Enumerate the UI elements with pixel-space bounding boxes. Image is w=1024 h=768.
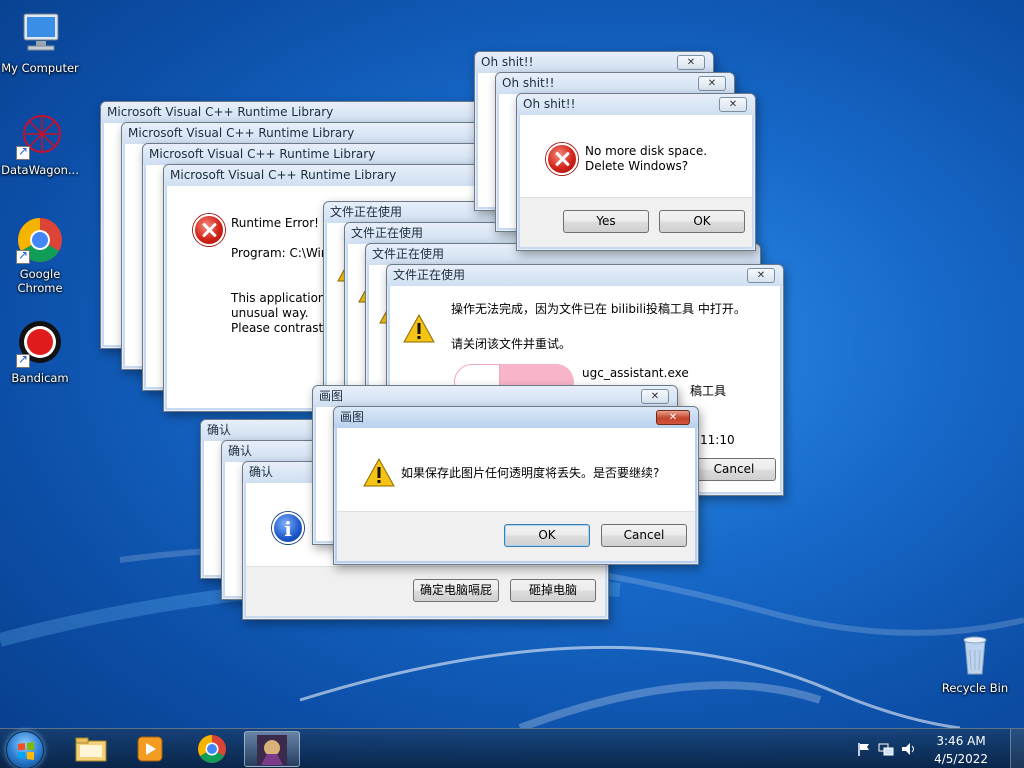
shortcut-arrow-icon [16, 352, 30, 368]
network-icon[interactable] [878, 741, 894, 757]
oh-shit-message-line: Delete Windows? [585, 159, 689, 173]
close-button[interactable]: ✕ [677, 55, 705, 70]
taskbar: 3:46 AM 4/5/2022 [0, 728, 1024, 768]
system-tray: 3:46 AM 4/5/2022 [854, 729, 1024, 768]
app-process-name: ugc_assistant.exe [582, 366, 689, 380]
window-title: 画图 [334, 407, 698, 428]
clock-time: 3:46 AM [936, 734, 986, 748]
close-button[interactable]: ✕ [698, 76, 726, 91]
start-button[interactable] [6, 731, 44, 768]
warning-icon [403, 314, 435, 343]
action-center-flag-icon[interactable] [856, 741, 872, 757]
shortcut-arrow-icon [16, 144, 30, 160]
cancel-button[interactable]: Cancel [692, 458, 776, 481]
file-in-use-message: 操作无法完成，因为文件已在 bilibili投稿工具 中打开。 [451, 302, 746, 316]
window-title: 文件正在使用 [387, 265, 783, 286]
ok-button[interactable]: OK [504, 524, 590, 547]
desktop-icon-my-computer[interactable]: My Computer [0, 10, 80, 75]
desktop-icon-label: DataWagon... [1, 163, 79, 177]
recycle-bin-icon [951, 630, 999, 678]
oh-shit-window[interactable]: Oh shit!! ✕ No more disk space. Delete W… [516, 93, 756, 251]
clock-date: 4/5/2022 [934, 752, 988, 766]
datawagon-icon [16, 112, 64, 160]
desktop-icon-label: Google Chrome [17, 267, 63, 295]
shortcut-arrow-icon [16, 248, 30, 264]
smash-computer-button[interactable]: 砸掉电脑 [510, 579, 596, 602]
desktop-icon-label: My Computer [1, 61, 79, 75]
error-icon [193, 214, 225, 246]
show-desktop-button[interactable] [1010, 729, 1024, 768]
error-detail-line: This application h [231, 291, 337, 305]
close-button[interactable]: ✕ [656, 410, 690, 425]
app-description: 稿工具 [690, 384, 727, 398]
info-icon [272, 512, 304, 544]
oh-shit-message-line: No more disk space. [585, 144, 708, 158]
taskbar-media-player-button[interactable] [122, 731, 178, 767]
folder-icon [75, 737, 107, 762]
taskbar-clock[interactable]: 3:46 AM 4/5/2022 [934, 734, 988, 767]
chrome-icon [16, 216, 64, 264]
media-player-icon [137, 736, 163, 762]
desktop-icon-bandicam[interactable]: Bandicam [0, 320, 80, 385]
volume-icon[interactable] [900, 741, 918, 757]
desktop-icon-label: Bandicam [11, 371, 69, 385]
computer-icon [16, 10, 64, 58]
yes-button[interactable]: Yes [563, 210, 649, 233]
close-button[interactable]: ✕ [719, 97, 747, 112]
error-icon [546, 143, 578, 175]
program-path: Program: C:\Wind [231, 246, 337, 260]
app-thumbnail-icon [257, 735, 287, 765]
file-in-use-hint: 请关闭该文件并重试。 [451, 337, 572, 351]
paint-warning-message: 如果保存此图片任何透明度将丢失。是否要继续? [401, 466, 660, 480]
close-button[interactable]: ✕ [747, 268, 775, 283]
taskbar-chrome-button[interactable] [184, 731, 240, 767]
confirm-crash-button[interactable]: 确定电脑嗝屁 [413, 579, 499, 602]
runtime-error-heading: Runtime Error! [231, 216, 319, 230]
taskbar-app-button[interactable] [244, 731, 300, 767]
windows-logo-icon [18, 742, 34, 760]
ok-button[interactable]: OK [659, 210, 745, 233]
chrome-icon [198, 735, 226, 763]
window-title: 画图 [313, 386, 677, 407]
close-button[interactable]: ✕ [641, 389, 669, 404]
desktop-icon-recycle-bin[interactable]: Recycle Bin [935, 630, 1015, 695]
error-detail-line: unusual way. [231, 306, 309, 320]
paint-window-active[interactable]: 画图 ✕ 如果保存此图片任何透明度将丢失。是否要继续? OK Cancel [333, 406, 699, 565]
window-title: Microsoft Visual C++ Runtime Library [101, 102, 519, 123]
desktop-icon-datawagon[interactable]: DataWagon... [0, 112, 80, 177]
bandicam-icon [16, 320, 64, 368]
taskbar-explorer-button[interactable] [62, 731, 118, 767]
desktop-icon-google-chrome[interactable]: Google Chrome [0, 216, 80, 295]
app-modified-time: 11:10 [700, 433, 735, 447]
warning-icon [363, 458, 395, 487]
desktop-icon-label: Recycle Bin [941, 681, 1009, 695]
cancel-button[interactable]: Cancel [601, 524, 687, 547]
